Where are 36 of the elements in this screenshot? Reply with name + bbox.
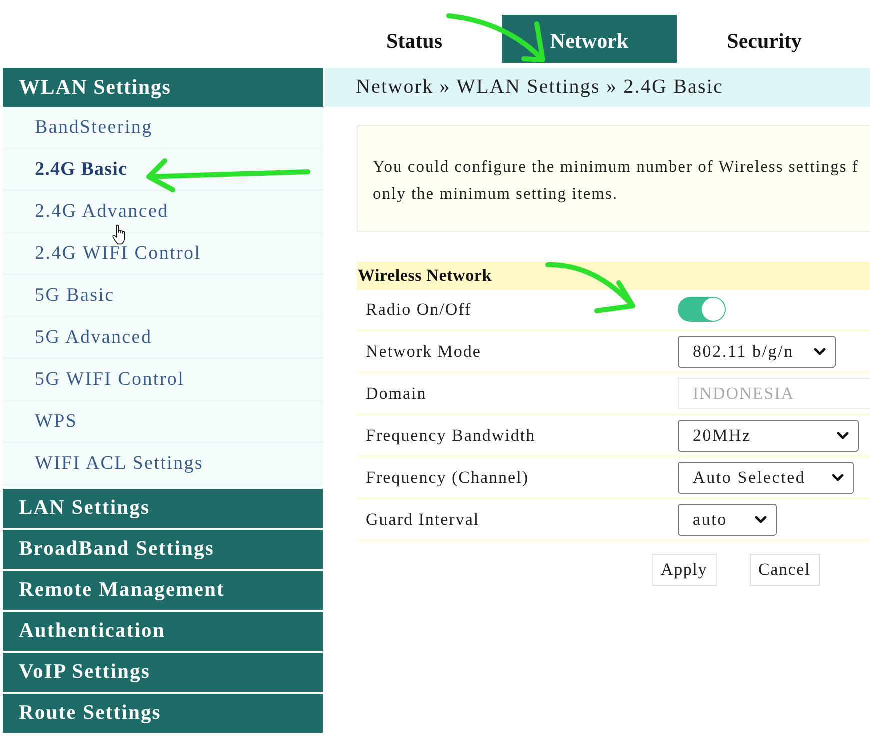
sidebar-group[interactable]: BroadBand Settings (3, 530, 323, 569)
field-label: Frequency (Channel) (365, 468, 530, 488)
section-title: Wireless Network (357, 262, 870, 290)
sidebar-item[interactable]: BandSteering (3, 107, 323, 149)
sidebar-group[interactable]: Authentication (3, 612, 323, 651)
dropdown[interactable]: 20MHz (678, 420, 859, 452)
field-label: Radio On/Off (365, 300, 473, 320)
sidebar-item[interactable]: 2.4G Basic (3, 149, 323, 191)
chevron-down-icon (755, 516, 767, 524)
sidebar-group[interactable]: Remote Management (3, 571, 323, 610)
nav-tab[interactable]: Network (502, 15, 677, 63)
toggle-switch[interactable] (678, 297, 726, 322)
sidebar-header[interactable]: WLAN Settings (3, 68, 323, 107)
field-label: Frequency Bandwidth (365, 426, 537, 446)
pointer-cursor-icon (112, 224, 126, 245)
sidebar-group[interactable]: LAN Settings (3, 489, 323, 528)
sidebar-item[interactable]: 5G Basic (3, 275, 323, 317)
sidebar-item[interactable]: WIFI ACL Settings (3, 443, 323, 485)
dropdown[interactable]: Auto Selected (678, 462, 854, 494)
field-label: Network Mode (365, 342, 482, 362)
form-button[interactable]: Cancel (750, 554, 820, 586)
sidebar-item[interactable]: WPS (3, 401, 323, 443)
chevron-down-icon (814, 348, 826, 356)
description-text: You could configure the minimum number of Wireless settings f only the minimum setting items. (373, 156, 860, 205)
dropdown[interactable]: auto (678, 504, 777, 536)
field-label: Domain (365, 384, 428, 404)
sidebar-group[interactable]: Route Settings (3, 694, 323, 733)
sidebar-item[interactable]: 5G Advanced (3, 317, 323, 359)
chevron-down-icon (832, 474, 844, 482)
form-button[interactable]: Apply (652, 554, 716, 586)
chevron-down-icon (837, 432, 849, 440)
dropdown[interactable]: 802.11 b/g/n (678, 336, 836, 368)
breadcrumb-text: Network » WLAN Settings » 2.4G Basic (356, 76, 724, 99)
sidebar-item[interactable]: 5G WIFI Control (3, 359, 323, 401)
sidebar-group[interactable]: VoIP Settings (3, 653, 323, 692)
field-label: Guard Interval (365, 510, 481, 530)
